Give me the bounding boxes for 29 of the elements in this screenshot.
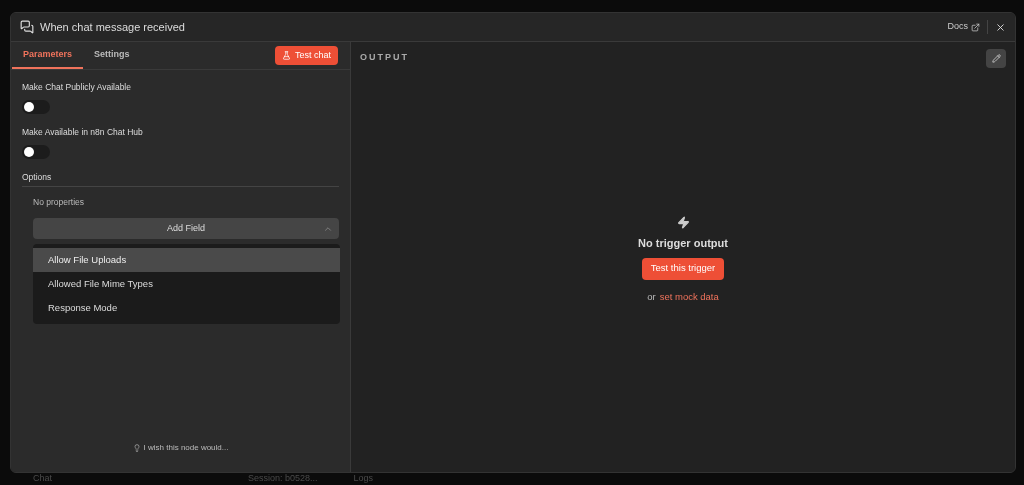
toggle-label: Make Available in n8n Chat Hub bbox=[22, 125, 144, 139]
lightning-icon bbox=[676, 216, 690, 229]
output-heading: OUTPUT bbox=[360, 51, 409, 65]
empty-text: No properties bbox=[33, 196, 86, 209]
or-text: or bbox=[647, 289, 656, 304]
feedback-link[interactable]: I wish this node would... bbox=[132, 442, 229, 454]
external-link-icon bbox=[971, 22, 980, 32]
menu-item[interactable]: Allow File Uploads bbox=[33, 248, 340, 272]
empty-output-title: No trigger output bbox=[638, 236, 728, 251]
toggle-label: Make Chat Publicly Available bbox=[22, 81, 132, 94]
chat-icon bbox=[20, 20, 34, 34]
pencil-icon bbox=[991, 53, 1001, 63]
flask-icon bbox=[281, 51, 291, 60]
test-trigger-button[interactable]: Test this trigger bbox=[641, 257, 725, 280]
tab[interactable]: Parameters bbox=[12, 42, 84, 69]
docs-link[interactable]: Docs bbox=[947, 20, 980, 34]
tab[interactable]: Settings bbox=[83, 42, 141, 69]
add-field-button[interactable]: Add Field bbox=[33, 218, 339, 239]
options-heading: Options bbox=[22, 170, 339, 188]
mock-data-link[interactable]: set mock data bbox=[659, 289, 719, 304]
test-chat-button[interactable]: Test chat bbox=[274, 46, 338, 65]
edit-button[interactable] bbox=[986, 48, 1006, 68]
close-icon[interactable] bbox=[995, 21, 1006, 33]
toggle-switch[interactable] bbox=[22, 144, 50, 159]
window-title: When chat message received bbox=[40, 19, 185, 35]
toggle-switch[interactable] bbox=[22, 99, 50, 114]
menu-item[interactable]: Response Mode bbox=[33, 296, 340, 320]
lightbulb-icon bbox=[132, 444, 141, 452]
menu-item[interactable]: Allowed File Mime Types bbox=[33, 272, 340, 296]
